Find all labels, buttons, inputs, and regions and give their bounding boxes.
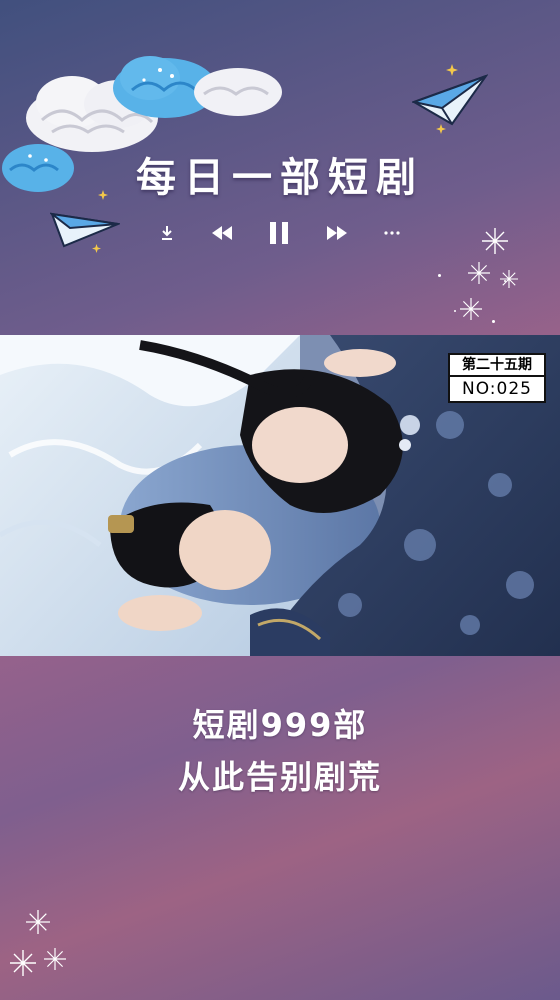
download-icon — [162, 226, 172, 240]
sparkle-dots — [434, 270, 524, 330]
star-icon — [436, 124, 446, 134]
download-button[interactable] — [160, 225, 174, 241]
more-icon — [384, 231, 400, 235]
paper-plane-left — [50, 212, 120, 248]
header-banner: 每日一部短剧 — [0, 0, 560, 335]
caption-line-2: 从此告别剧荒 — [177, 758, 382, 796]
star-icon — [92, 244, 101, 253]
star-icon — [446, 64, 458, 76]
episode-number-label: NO:025 — [462, 379, 532, 399]
pause-icon — [270, 222, 288, 244]
player-controls — [160, 220, 400, 246]
sparkle-icon — [44, 948, 66, 970]
pause-button[interactable] — [269, 221, 289, 245]
more-button[interactable] — [384, 230, 400, 236]
episode-issue-label: 第二十五期 — [450, 355, 544, 377]
paper-plane-right — [412, 74, 488, 126]
next-button[interactable] — [326, 226, 348, 240]
rewind-icon — [211, 226, 232, 240]
sparkle-icon — [10, 950, 36, 976]
drama-still-image[interactable]: 第二十五期 NO:025 — [0, 335, 560, 656]
previous-button[interactable] — [211, 226, 233, 240]
episode-badge: 第二十五期 NO:025 — [448, 353, 546, 403]
fast-forward-icon — [326, 226, 347, 240]
sparkle-icon — [482, 228, 508, 254]
page-title: 每日一部短剧 — [136, 155, 424, 201]
sparkle-icon — [26, 910, 50, 934]
caption-line-1: 短剧999部 — [192, 706, 368, 744]
white-cloud-right — [194, 68, 282, 116]
